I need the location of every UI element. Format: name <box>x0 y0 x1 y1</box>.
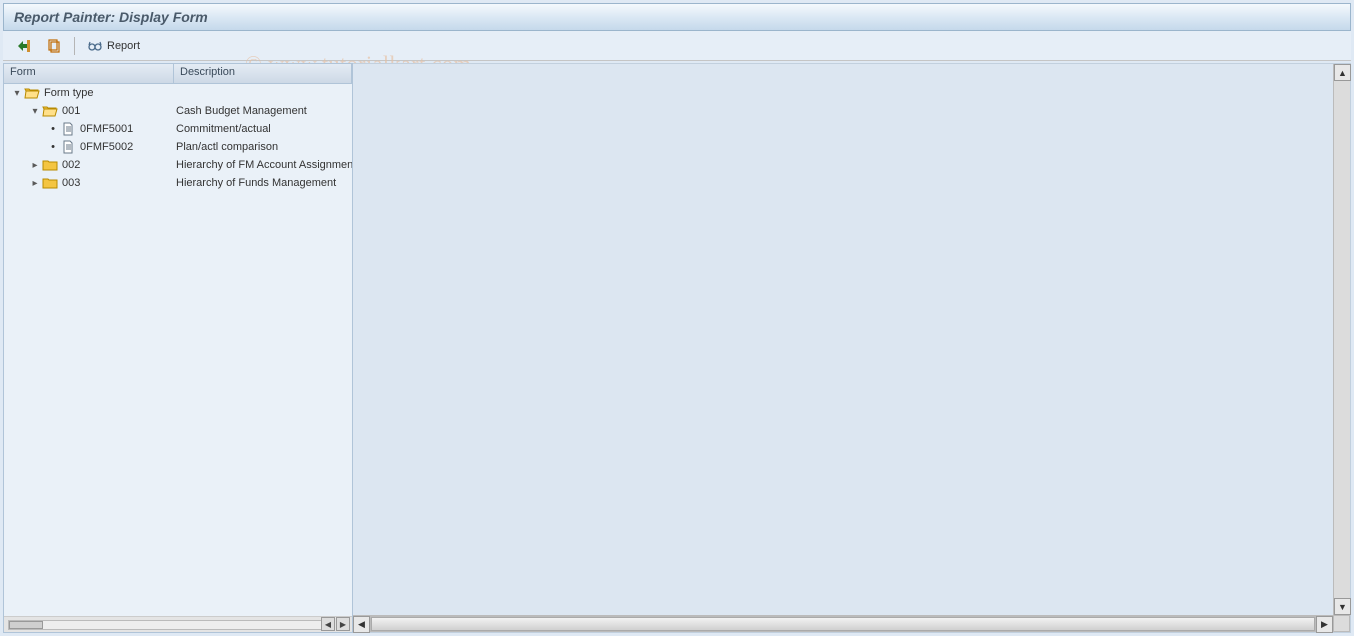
tree-body: ▾ Form type ▾ 001 Cash Budget Management… <box>4 84 352 616</box>
document-icon <box>60 140 76 154</box>
report-button[interactable]: Report <box>82 35 145 57</box>
tree-row-0fmf5002[interactable]: • 0FMF5002 Plan/actl comparison <box>4 138 352 156</box>
glasses-icon <box>87 38 103 54</box>
tree-node-label: Form type <box>42 87 94 99</box>
page-title: Report Painter: Display Form <box>14 9 208 25</box>
content-panel: ▲ ▼ ◀ ▶ <box>353 63 1351 633</box>
tree-node-description: Commitment/actual <box>174 123 352 135</box>
expand-toggle-icon[interactable]: ▸ <box>30 160 40 171</box>
tree-header: Form Description <box>4 64 352 84</box>
scroll-left-icon[interactable]: ◀ <box>353 616 370 633</box>
folder-closed-icon <box>42 176 58 190</box>
bullet-icon: • <box>48 141 58 153</box>
toolbar: Report <box>3 31 1351 61</box>
tree-panel: Form Description ▾ Form type ▾ 001 Cash … <box>3 63 353 633</box>
scroll-down-icon[interactable]: ▼ <box>1334 598 1351 615</box>
vertical-scrollbar[interactable]: ▲ ▼ <box>1333 64 1350 615</box>
report-button-label: Report <box>107 40 140 52</box>
expand-toggle-icon[interactable]: ▾ <box>30 106 40 117</box>
title-bar: Report Painter: Display Form <box>3 3 1351 31</box>
expand-toggle-icon[interactable]: ▸ <box>30 178 40 189</box>
tree-node-description: Hierarchy of Funds Management <box>174 177 352 189</box>
horizontal-scrollbar[interactable]: ◀ ▶ <box>353 615 1333 632</box>
document-icon <box>60 122 76 136</box>
tree-node-description: Hierarchy of FM Account Assignments <box>174 159 352 171</box>
scrollbar-corner <box>1333 615 1350 632</box>
exit-icon <box>16 38 32 54</box>
workspace: Form Description ▾ Form type ▾ 001 Cash … <box>3 63 1351 633</box>
tree-node-label: 0FMF5001 <box>78 123 133 135</box>
tree-node-label: 001 <box>60 105 80 117</box>
folder-open-icon <box>42 104 58 118</box>
tree-row-001[interactable]: ▾ 001 Cash Budget Management <box>4 102 352 120</box>
tree-node-label: 003 <box>60 177 80 189</box>
tree-header-description[interactable]: Description <box>174 64 352 83</box>
copy-icon <box>46 38 62 54</box>
scroll-up-icon[interactable]: ▲ <box>1334 64 1351 81</box>
scroll-right-icon[interactable]: ▶ <box>336 617 350 631</box>
expand-toggle-icon[interactable]: ▾ <box>12 88 22 99</box>
tree-row-0fmf5001[interactable]: • 0FMF5001 Commitment/actual <box>4 120 352 138</box>
scroll-left-icon[interactable]: ◀ <box>321 617 335 631</box>
tree-header-form[interactable]: Form <box>4 64 174 83</box>
bullet-icon: • <box>48 123 58 135</box>
tree-horizontal-scrollbar[interactable]: ◀ ▶ <box>4 616 352 632</box>
tree-node-label: 002 <box>60 159 80 171</box>
exit-button[interactable] <box>11 35 37 57</box>
tree-node-label: 0FMF5002 <box>78 141 133 153</box>
toolbar-separator <box>74 37 75 55</box>
tree-row-root[interactable]: ▾ Form type <box>4 84 352 102</box>
scroll-right-icon[interactable]: ▶ <box>1316 616 1333 633</box>
tree-node-description: Cash Budget Management <box>174 105 352 117</box>
tree-row-003[interactable]: ▸ 003 Hierarchy of Funds Management <box>4 174 352 192</box>
tree-row-002[interactable]: ▸ 002 Hierarchy of FM Account Assignment… <box>4 156 352 174</box>
tree-node-description: Plan/actl comparison <box>174 141 352 153</box>
copy-button[interactable] <box>41 35 67 57</box>
folder-closed-icon <box>42 158 58 172</box>
folder-open-icon <box>24 86 40 100</box>
